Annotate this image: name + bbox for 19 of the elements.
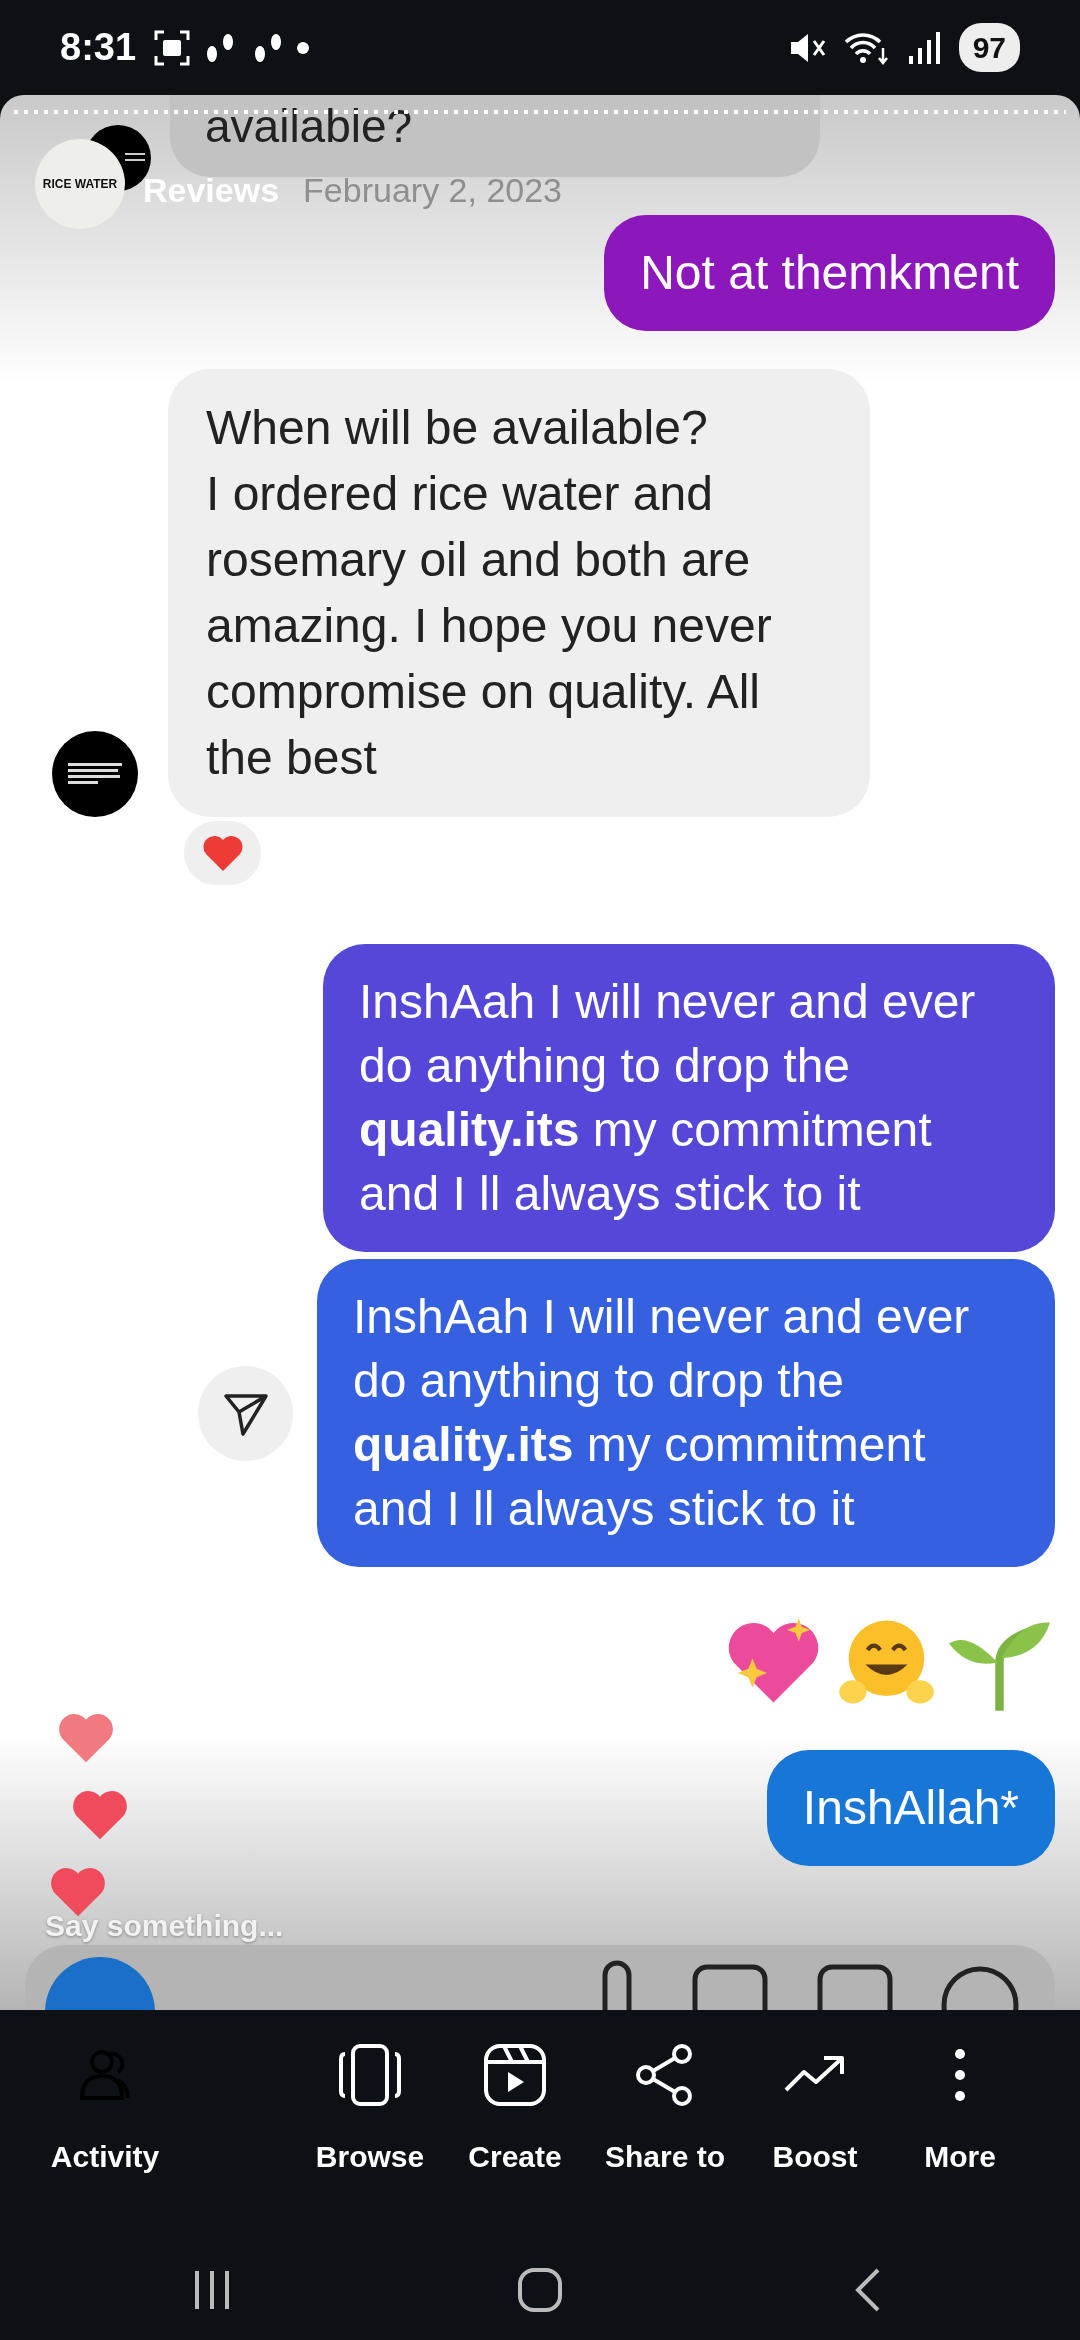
message-bubble: available?	[170, 95, 820, 177]
action-boost-button[interactable]: Boost	[745, 2040, 885, 2179]
message-bubble: InshAah I will never and ever do anything to drop the quality.its my commitment and I ll always stick to it	[317, 1259, 1055, 1567]
action-create-button[interactable]: Create	[445, 2040, 585, 2179]
avatar-label: RICE WATER	[35, 139, 125, 229]
message-bubble: Not at themkment	[604, 215, 1055, 331]
heart-icon	[200, 833, 245, 873]
clock-time: 8:31	[60, 25, 137, 70]
action-more-button[interactable]: More	[890, 2040, 1030, 2179]
message-bubble: InshAllah*	[766, 1750, 1055, 1866]
battery-level: 97	[958, 23, 1020, 72]
more-icon	[955, 2049, 965, 2101]
action-share-button[interactable]: Share to	[590, 2040, 740, 2179]
action-activity-button[interactable]: Activity	[35, 2040, 175, 2179]
action-browse-button[interactable]: Browse	[300, 2040, 440, 2179]
message-bubble: When will be available? I ordered rice water and rosemary oil and both are amazing. I hope you never compromise on quality. All the best	[168, 369, 870, 817]
home-icon[interactable]	[515, 2265, 565, 2315]
message-bubble: InshAah I will never and ever do anything to drop the quality.its my commitment and I ll always stick to it	[323, 944, 1055, 1252]
notification-dot-icon	[296, 40, 311, 55]
